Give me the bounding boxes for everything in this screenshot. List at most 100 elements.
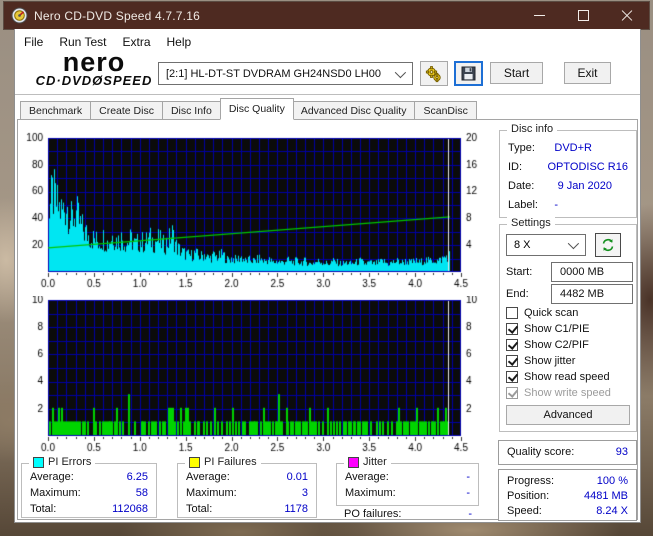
chevron-down-icon [567,237,580,250]
advanced-button[interactable]: Advanced [506,405,630,425]
tab-benchmark[interactable]: Benchmark [20,101,92,120]
checkbox-icon [506,387,518,399]
disc-info-title: Disc info [507,123,558,135]
speed-label: Speed: [507,505,542,517]
jitter-maximum-label: Maximum: [345,487,396,499]
pif-maximum-value: 3 [301,487,308,499]
pie-total-value: 112068 [112,503,148,515]
drive-select-combobox[interactable]: [2:1] HL-DT-ST DVDRAM GH24NSD0 LH00 [158,62,413,85]
jitter-title-text: Jitter [363,456,387,468]
checkbox-show-c2-pif[interactable]: Show C2/PIF [506,338,589,352]
window-controls [517,2,649,29]
disc-date-label: Date: [508,180,535,192]
progress-label: Progress: [507,475,555,487]
jitter-group: Jitter Average: - Maximum: - [336,456,479,506]
pif-total-label: Total: [186,503,213,515]
start-position-field[interactable]: 0000 MB [551,262,633,282]
disc-id-value: OPTODISC R16 [547,161,629,173]
app-icon [11,7,28,24]
checkbox-icon [506,307,518,319]
drive-select-value: [2:1] HL-DT-ST DVDRAM GH24NSD0 LH00 [166,67,381,80]
pie-maximum-value: 58 [135,487,148,499]
disc-info-group: Disc info Type: DVD+R ID: OPTODISC R16 Dat… [499,123,637,218]
menu-file[interactable]: File [16,33,51,51]
checkbox-quick-scan[interactable]: Quick scan [506,306,578,320]
checkbox-label: Show read speed [524,371,610,383]
scan-speed-select[interactable]: 8 X [506,234,586,256]
pif-maximum-label: Maximum: [186,487,237,499]
titlebar[interactable]: Nero CD-DVD Speed 4.7.7.16 [4,2,649,29]
jitter-group-title: Jitter [344,456,391,468]
start-position-label: Start: [506,266,533,278]
pi-failures-swatch-icon [189,456,200,468]
checkbox-show-jitter[interactable]: Show jitter [506,354,575,368]
refresh-button[interactable] [595,233,621,257]
checkbox-icon [506,371,518,383]
end-position-value: 4482 MB [560,288,605,300]
disc-type-value: DVD+R [554,142,592,154]
checkbox-icon [506,355,518,367]
tab-disc-quality[interactable]: Disc Quality [219,98,294,120]
maximize-button[interactable] [561,2,605,29]
pif-average-value: 0.01 [286,471,308,483]
pi-failures-group: PI Failures Average: 0.01 Maximum: 3 Total… [177,456,317,518]
pi-failures-group-title: PI Failures [185,456,261,468]
pif-total-value: 1178 [284,503,308,515]
tab-advanced-disc-quality[interactable]: Advanced Disc Quality [292,101,416,120]
nero-logo: nero CD·DVDØSPEED [18,47,170,90]
scan-speed-value: 8 X [514,239,531,251]
pif-average-label: Average: [186,471,230,483]
drive-tools-button[interactable] [420,61,448,86]
progress-value: 100 % [596,475,628,487]
checkbox-show-write-speed: Show write speed [506,386,611,400]
nero-logo-wordmark: nero [62,47,126,77]
pi-errors-title-text: PI Errors [48,456,92,468]
pi-errors-group-title: PI Errors [29,456,96,468]
checkbox-show-read-speed[interactable]: Show read speed [506,370,610,384]
checkbox-label: Show C1/PIE [524,323,590,335]
pie-total-label: Total: [30,503,57,515]
disc-type-label: Type: [508,142,535,154]
status-panel: Progress: 100 % Position: 4481 MB Speed: 8.… [498,469,637,521]
menu-help[interactable]: Help [159,33,200,51]
end-position-field[interactable]: 4482 MB [551,284,633,304]
exit-button[interactable]: Exit [564,62,611,84]
checkbox-icon [506,339,518,351]
start-button[interactable]: Start [490,62,543,84]
checkbox-show-c1-pie[interactable]: Show C1/PIE [506,322,589,336]
pi-failures-title-text: PI Failures [204,456,257,468]
chevron-down-icon [394,66,407,78]
pie-average-label: Average: [30,471,74,483]
position-value: 4481 MB [583,490,628,502]
tab-create-disc[interactable]: Create Disc [91,101,163,120]
jitter-average-value: - [466,471,470,483]
jitter-maximum-value: - [466,487,470,499]
refresh-icon [602,238,614,252]
pi-errors-swatch-icon [33,456,44,468]
disc-label-label: Label: [508,199,538,211]
position-label: Position: [507,490,550,502]
disc-label-value: - [554,199,558,211]
po-failures-row: PO failures: - [344,508,472,520]
gold-gears-icon [425,65,441,82]
jitter-average-label: Average: [345,471,389,483]
nero-logo-subtitle: CD·DVDØSPEED [35,73,153,88]
minimize-button[interactable] [517,2,561,29]
checkbox-label: Show jitter [524,355,576,367]
close-icon [621,10,633,22]
tab-disc-info[interactable]: Disc Info [162,101,221,120]
floppy-disk-icon [461,66,476,81]
quality-score-panel: Quality score: 93 [498,440,637,465]
window-title: Nero CD-DVD Speed 4.7.7.16 [34,8,200,23]
end-position-label: End: [506,288,529,300]
tab-strip: Benchmark Create Disc Disc Info Disc Qua… [20,98,477,120]
pi-errors-group: PI Errors Average: 6.25 Maximum: 58 Total:… [21,456,157,518]
close-button[interactable] [605,2,649,29]
pie-maximum-label: Maximum: [30,487,81,499]
checkbox-icon [506,323,518,335]
save-button[interactable] [454,61,483,86]
speed-value: 8.24 X [596,505,628,517]
advanced-button-label: Advanced [543,409,593,421]
tab-scandisc[interactable]: ScanDisc [415,101,477,120]
quality-score-value: 93 [615,446,628,458]
